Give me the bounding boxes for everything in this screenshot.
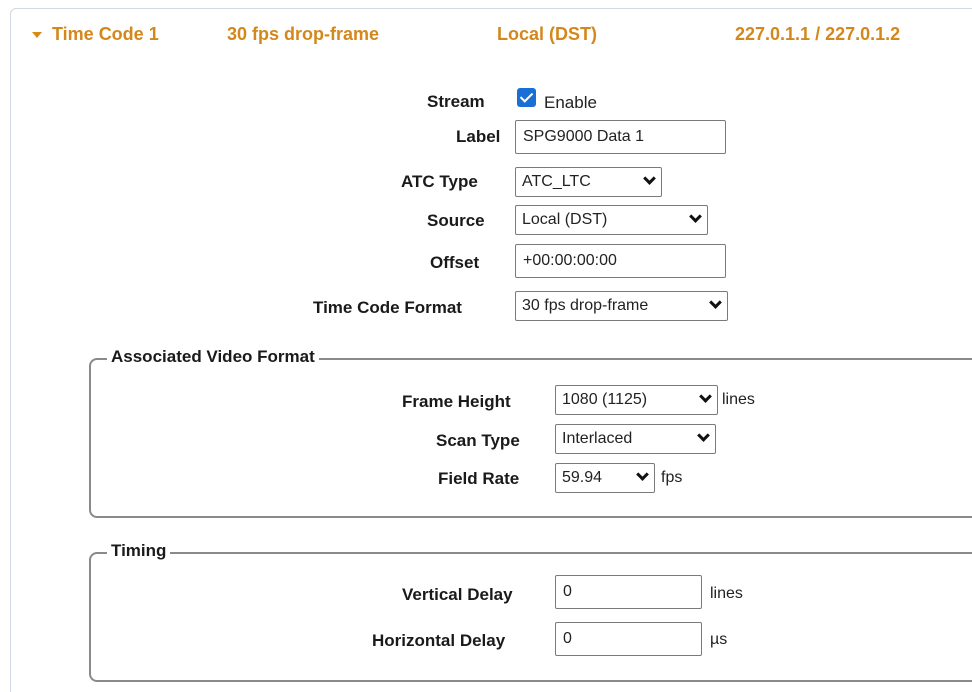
frame-height-unit: lines xyxy=(722,391,755,408)
label-input[interactable]: SPG9000 Data 1 xyxy=(515,120,726,154)
header-source: Local (DST) xyxy=(497,24,598,44)
vertical-delay-label: Vertical Delay xyxy=(402,585,513,604)
header-format: 30 fps drop-frame xyxy=(227,24,380,44)
frame-height-label: Frame Height xyxy=(402,392,511,411)
caret-down-icon[interactable] xyxy=(32,32,42,38)
scan-type-label: Scan Type xyxy=(436,431,520,450)
horizontal-delay-input[interactable]: 0 xyxy=(555,622,702,656)
time-code-header[interactable]: Time Code 1 30 fps drop-frame Local (DST… xyxy=(0,24,972,54)
source-select[interactable]: Local (DST) xyxy=(515,205,708,235)
chevron-down-icon xyxy=(643,172,656,185)
chevron-down-icon xyxy=(689,210,702,223)
source-label: Source xyxy=(427,211,485,230)
frame-height-value: 1080 (1125) xyxy=(562,391,648,408)
time-code-title[interactable]: Time Code 1 xyxy=(52,24,159,45)
atc-type-label: ATC Type xyxy=(401,172,478,191)
scan-type-value: Interlaced xyxy=(562,430,633,447)
atc-type-value: ATC_LTC xyxy=(522,173,591,190)
source-value: Local (DST) xyxy=(522,211,608,228)
field-rate-unit: fps xyxy=(661,469,683,486)
time-code-format-value: 30 fps drop-frame xyxy=(522,297,649,314)
label-field-label: Label xyxy=(456,127,501,146)
scan-type-select[interactable]: Interlaced xyxy=(555,424,716,454)
time-code-format-label: Time Code Format xyxy=(313,298,462,317)
stream-enable-checkbox[interactable] xyxy=(517,88,536,107)
frame-height-select[interactable]: 1080 (1125) xyxy=(555,385,718,415)
chevron-down-icon xyxy=(636,468,649,481)
chevron-down-icon xyxy=(697,429,710,442)
time-code-format-select[interactable]: 30 fps drop-frame xyxy=(515,291,728,321)
chevron-down-icon xyxy=(709,296,722,309)
stream-label: Stream xyxy=(427,92,485,111)
field-rate-value: 59.94 xyxy=(562,469,603,486)
associated-video-format-legend: Associated Video Format xyxy=(107,347,319,367)
stream-enable-label[interactable]: Enable xyxy=(544,93,597,113)
vertical-delay-input[interactable]: 0 xyxy=(555,575,702,609)
field-rate-label: Field Rate xyxy=(438,469,520,488)
horizontal-delay-unit: µs xyxy=(710,631,728,648)
header-addresses: 227.0.1.1 / 227.0.1.2 xyxy=(735,24,901,44)
timing-group: Timing xyxy=(89,541,972,682)
offset-input[interactable]: +00:00:00:00 xyxy=(515,244,726,278)
timing-legend: Timing xyxy=(107,541,171,561)
atc-type-select[interactable]: ATC_LTC xyxy=(515,167,662,197)
horizontal-delay-label: Horizontal Delay xyxy=(372,631,506,650)
vertical-delay-unit: lines xyxy=(710,585,743,602)
offset-label: Offset xyxy=(430,253,480,272)
chevron-down-icon xyxy=(699,390,712,403)
field-rate-select[interactable]: 59.94 xyxy=(555,463,655,493)
associated-video-format-group: Associated Video Format xyxy=(89,347,972,518)
